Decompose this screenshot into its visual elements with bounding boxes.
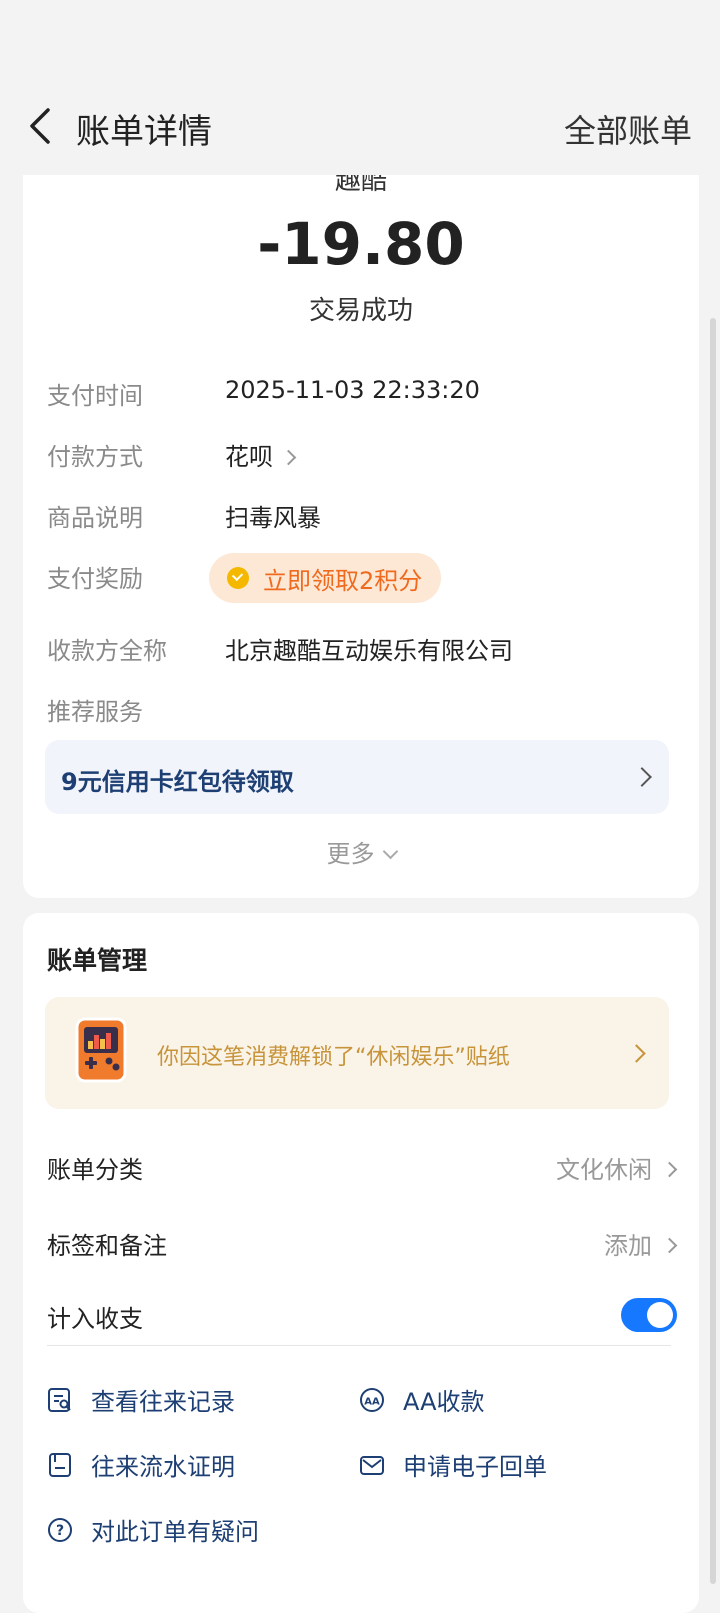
aa-icon: AA xyxy=(360,1387,384,1412)
payee-label: 收款方全称 xyxy=(47,637,167,665)
page-title: 账单详情 xyxy=(76,112,212,152)
svg-text:AA: AA xyxy=(364,1396,380,1407)
points-coin-icon xyxy=(227,567,249,589)
include-toggle[interactable] xyxy=(621,1298,677,1332)
payee-value: 北京趣酷互动娱乐有限公司 xyxy=(225,637,513,665)
chevron-right-icon xyxy=(632,767,652,787)
e-receipt-action[interactable]: 申请电子回单 xyxy=(359,1447,547,1482)
action-label: 查看往来记录 xyxy=(91,1388,235,1416)
document-icon xyxy=(49,1452,71,1477)
section-title: 账单管理 xyxy=(47,946,148,975)
bill-management-card: 账单管理 你因这笔消费解锁了“休闲娱乐”贴纸 账单分类 文化休闲 标签和备注 添… xyxy=(23,913,699,1613)
top-bar: 账单详情 全部账单 xyxy=(0,0,720,175)
game-console-sticker-icon xyxy=(75,1017,127,1083)
pay-method-label: 付款方式 xyxy=(47,443,143,471)
chevron-right-icon xyxy=(280,449,297,466)
pay-time-value: 2025-11-03 22:33:20 xyxy=(225,376,480,404)
sticker-text: 你因这笔消费解锁了“休闲娱乐”贴纸 xyxy=(157,1045,510,1070)
record-icon xyxy=(48,1387,71,1412)
reward-text: 立即领取2积分 xyxy=(263,566,423,595)
tags-text: 添加 xyxy=(604,1232,652,1260)
question-icon: ? xyxy=(48,1517,72,1542)
scrollbar[interactable] xyxy=(710,318,716,1584)
category-text: 文化休闲 xyxy=(556,1156,652,1184)
action-label: 往来流水证明 xyxy=(91,1453,235,1481)
back-arrow-icon[interactable] xyxy=(22,104,62,148)
toggle-knob xyxy=(647,1302,673,1328)
mail-icon xyxy=(360,1455,384,1475)
recommend-label: 推荐服务 xyxy=(47,698,143,726)
aa-collect-action[interactable]: AA AA收款 xyxy=(359,1382,485,1417)
divider xyxy=(47,1345,671,1346)
include-label: 计入收支 xyxy=(47,1305,143,1333)
transaction-amount: -19.80 xyxy=(257,210,465,278)
sticker-banner[interactable]: 你因这笔消费解锁了“休闲娱乐”贴纸 xyxy=(45,997,669,1109)
order-question-action[interactable]: ? 对此订单有疑问 xyxy=(47,1512,259,1547)
svg-text:?: ? xyxy=(56,1523,64,1539)
transaction-status: 交易成功 xyxy=(308,296,413,326)
pay-time-label: 支付时间 xyxy=(47,382,143,410)
category-label: 账单分类 xyxy=(47,1156,143,1184)
view-records-action[interactable]: 查看往来记录 xyxy=(47,1382,235,1417)
product-desc-value: 扫毒风暴 xyxy=(225,504,321,532)
promo-text: 9元信用卡红包待领取 xyxy=(61,768,294,796)
all-bills-link[interactable]: 全部账单 xyxy=(564,106,692,152)
category-value[interactable]: 文化休闲 xyxy=(556,1150,678,1185)
reward-label: 支付奖励 xyxy=(47,565,143,593)
more-toggle[interactable]: 更多 xyxy=(23,834,699,869)
chevron-right-icon xyxy=(627,1044,646,1063)
tags-label: 标签和备注 xyxy=(47,1232,167,1260)
chevron-down-icon xyxy=(382,843,398,860)
pay-method-value[interactable]: 花呗 xyxy=(225,437,297,472)
chevron-right-icon xyxy=(661,1237,678,1254)
action-label: AA收款 xyxy=(403,1388,485,1416)
pay-method-text: 花呗 xyxy=(225,443,273,471)
tags-value[interactable]: 添加 xyxy=(604,1226,678,1261)
credit-card-promo[interactable]: 9元信用卡红包待领取 xyxy=(45,740,669,814)
chevron-right-icon xyxy=(661,1161,678,1178)
claim-reward-button[interactable]: 立即领取2积分 xyxy=(209,553,441,603)
action-label: 对此订单有疑问 xyxy=(91,1518,259,1546)
action-label: 申请电子回单 xyxy=(403,1453,547,1481)
more-label: 更多 xyxy=(326,840,375,868)
statement-proof-action[interactable]: 往来流水证明 xyxy=(47,1447,235,1482)
product-desc-label: 商品说明 xyxy=(47,504,143,532)
